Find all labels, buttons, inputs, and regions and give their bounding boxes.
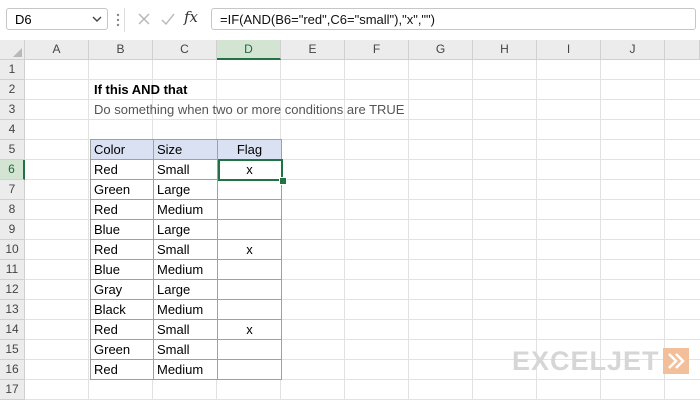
row-header-3[interactable]: 3 (0, 100, 25, 120)
flag-cell[interactable] (218, 220, 282, 240)
formula-text: =IF(AND(B6="red",C6="small"),"x","") (220, 12, 435, 27)
row-header-1[interactable]: 1 (0, 60, 25, 80)
row-header-9[interactable]: 9 (0, 220, 25, 240)
row-header-13[interactable]: 13 (0, 300, 25, 320)
size-cell[interactable]: Large (154, 220, 218, 240)
flag-cell[interactable] (218, 340, 282, 360)
row-header-17[interactable]: 17 (0, 380, 25, 400)
name-box[interactable]: D6 (6, 8, 108, 30)
row-header-15[interactable]: 15 (0, 340, 25, 360)
row-header-7[interactable]: 7 (0, 180, 25, 200)
flag-cell[interactable] (218, 360, 282, 380)
flag-cell[interactable] (218, 280, 282, 300)
column-header-e[interactable]: E (281, 40, 345, 60)
row-header-4[interactable]: 4 (0, 120, 25, 140)
row-header-5[interactable]: 5 (0, 140, 25, 160)
size-cell[interactable]: Small (154, 340, 218, 360)
column-header-c[interactable]: C (153, 40, 217, 60)
column-header-i[interactable]: I (537, 40, 601, 60)
sheet-title[interactable]: If this AND that (91, 80, 187, 100)
fx-icon[interactable]: fx (184, 8, 198, 26)
size-cell[interactable]: Large (154, 280, 218, 300)
size-cell[interactable]: Medium (154, 200, 218, 220)
more-options-icon[interactable] (116, 12, 120, 28)
color-cell[interactable]: Red (90, 160, 154, 180)
fill-handle[interactable] (279, 177, 287, 185)
table-header-flag[interactable]: Flag (218, 139, 282, 160)
gridline (408, 60, 409, 400)
column-header-filler (665, 40, 700, 60)
row-header-14[interactable]: 14 (0, 320, 25, 340)
formula-input[interactable]: =IF(AND(B6="red",C6="small"),"x","") (211, 8, 696, 30)
row-header-11[interactable]: 11 (0, 260, 25, 280)
flag-cell[interactable]: x (218, 320, 282, 340)
flag-cell[interactable]: x (218, 240, 282, 260)
flag-cell[interactable] (218, 260, 282, 280)
column-header-h[interactable]: H (473, 40, 537, 60)
size-cell[interactable]: Small (154, 160, 218, 180)
gridline (472, 60, 473, 400)
flag-cell[interactable] (218, 180, 282, 200)
logo-text: EXCELJET (512, 345, 660, 376)
column-header-g[interactable]: G (409, 40, 473, 60)
size-cell[interactable]: Medium (154, 300, 218, 320)
flag-cell[interactable]: x (218, 160, 282, 180)
table-header-size[interactable]: Size (154, 139, 218, 160)
formula-bar: D6 fx =IF(AND(B6="red",C6="small"),"x","… (0, 0, 700, 40)
row-header-10[interactable]: 10 (0, 240, 25, 260)
color-cell[interactable]: Red (90, 360, 154, 380)
column-header-d[interactable]: D (217, 40, 281, 60)
row-header-8[interactable]: 8 (0, 200, 25, 220)
column-header-f[interactable]: F (345, 40, 409, 60)
exceljet-logo: EXCELJET (512, 346, 689, 376)
row-header-12[interactable]: 12 (0, 280, 25, 300)
check-icon[interactable] (160, 11, 176, 27)
sheet-subtitle[interactable]: Do something when two or more conditions… (91, 100, 404, 120)
chevron-down-icon[interactable] (91, 13, 103, 25)
size-cell[interactable]: Large (154, 180, 218, 200)
color-cell[interactable]: Red (90, 200, 154, 220)
column-header-b[interactable]: B (89, 40, 153, 60)
size-cell[interactable]: Medium (154, 260, 218, 280)
formula-bar-divider (124, 8, 125, 32)
gridline (88, 60, 89, 400)
logo-mark-icon (662, 348, 689, 374)
flag-cell[interactable] (218, 200, 282, 220)
flag-cell[interactable] (218, 300, 282, 320)
color-cell[interactable]: Green (90, 180, 154, 200)
size-cell[interactable]: Medium (154, 360, 218, 380)
color-cell[interactable]: Gray (90, 280, 154, 300)
color-cell[interactable]: Blue (90, 260, 154, 280)
color-cell[interactable]: Blue (90, 220, 154, 240)
name-box-value: D6 (15, 12, 32, 27)
color-cell[interactable]: Red (90, 240, 154, 260)
row-header-2[interactable]: 2 (0, 80, 25, 100)
row-header-6[interactable]: 6 (0, 160, 25, 180)
select-all-corner[interactable] (0, 40, 25, 60)
x-icon[interactable] (136, 11, 152, 27)
column-header-j[interactable]: J (601, 40, 665, 60)
row-header-16[interactable]: 16 (0, 360, 25, 380)
table-header-color[interactable]: Color (90, 139, 154, 160)
color-cell[interactable]: Black (90, 300, 154, 320)
column-header-a[interactable]: A (25, 40, 89, 60)
color-cell[interactable]: Red (90, 320, 154, 340)
size-cell[interactable]: Small (154, 320, 218, 340)
size-cell[interactable]: Small (154, 240, 218, 260)
color-cell[interactable]: Green (90, 340, 154, 360)
